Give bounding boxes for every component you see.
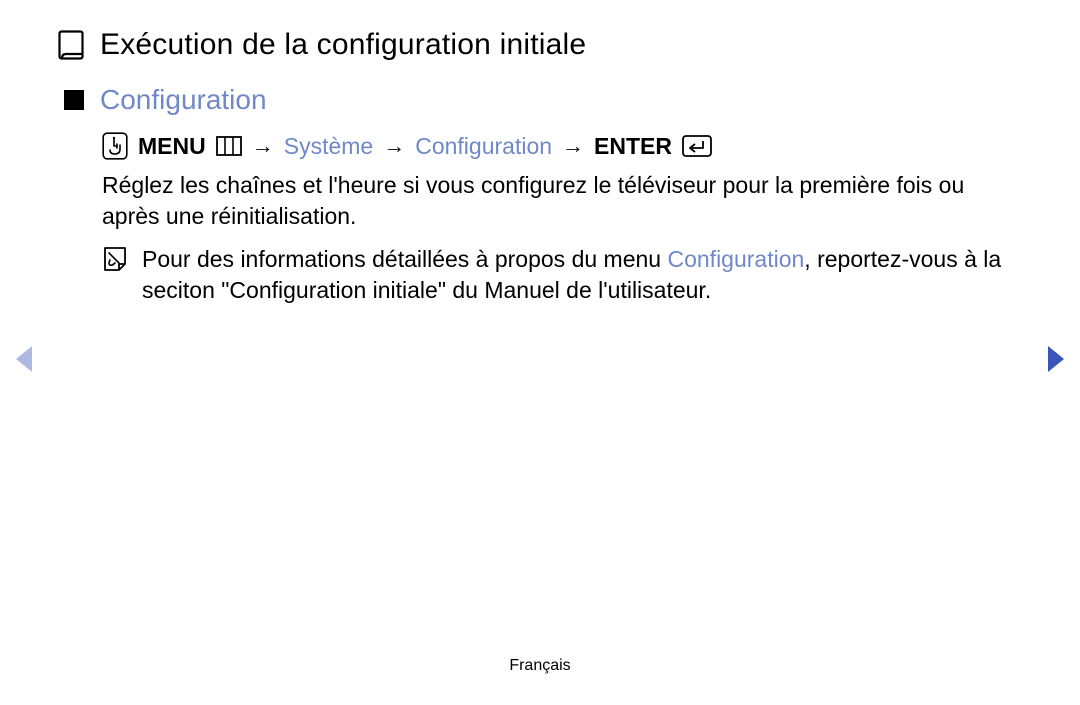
note-icon (102, 246, 128, 272)
section-row: Configuration (64, 84, 1022, 116)
title-row: Exécution de la configuration initiale (58, 28, 1022, 62)
arrow-icon: → (252, 133, 274, 159)
note-paragraph: Pour des informations détaillées à propo… (142, 244, 1022, 306)
breadcrumb-configuration: Configuration (415, 133, 552, 160)
breadcrumb-row: MENU → Système → Configuration → ENTER (102, 132, 1022, 160)
breadcrumb-systeme: Système (284, 133, 373, 160)
note-row: Pour des informations détaillées à propo… (102, 244, 1022, 306)
enter-label: ENTER (594, 133, 672, 160)
arrow-icon: → (383, 133, 405, 159)
note-text-pre: Pour des informations détaillées à propo… (142, 246, 667, 272)
prev-page-arrow[interactable] (12, 344, 34, 374)
content-block: MENU → Système → Configuration → ENTER (102, 132, 1022, 306)
hand-icon (102, 132, 128, 160)
enter-icon (682, 135, 712, 157)
page-container: Exécution de la configuration initiale C… (0, 0, 1080, 705)
arrow-icon: → (562, 133, 584, 159)
square-bullet-icon (64, 90, 84, 110)
menu-box-icon (216, 136, 242, 156)
menu-label: MENU (138, 133, 206, 160)
note-link: Configuration (667, 246, 804, 272)
page-title: Exécution de la configuration initiale (100, 28, 586, 62)
body-paragraph: Réglez les chaînes et l'heure si vous co… (102, 170, 1022, 232)
footer-language: Français (0, 657, 1080, 675)
book-icon (58, 30, 84, 60)
section-heading: Configuration (100, 84, 267, 116)
next-page-arrow[interactable] (1046, 344, 1068, 374)
